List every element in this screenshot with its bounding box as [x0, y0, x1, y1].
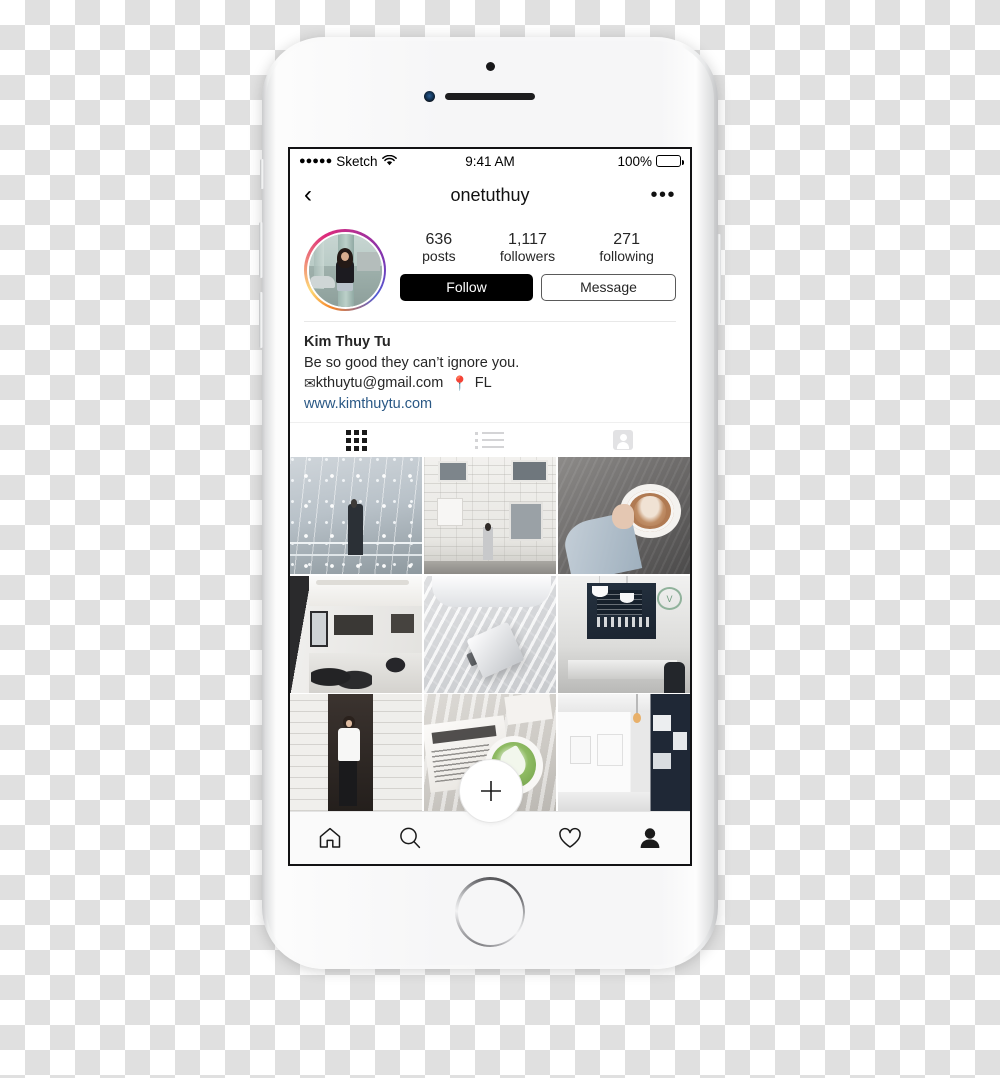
- profile-bio: Kim Thuy Tu Be so good they can’t ignore…: [290, 322, 690, 422]
- stat-followers-value: 1,117: [508, 231, 547, 248]
- grid-icon: [346, 429, 368, 451]
- avatar-story-ring[interactable]: [304, 229, 386, 311]
- stat-posts-value: 636: [425, 231, 453, 248]
- back-chevron-icon[interactable]: ‹: [304, 183, 324, 207]
- mute-switch[interactable]: [260, 159, 264, 189]
- search-icon: [400, 827, 421, 849]
- navigation-bar: ‹ onetuthuy •••: [290, 173, 690, 218]
- battery-icon: [656, 155, 684, 167]
- grid-post-2[interactable]: [423, 457, 557, 575]
- person-icon: [640, 828, 660, 848]
- tab-list[interactable]: [423, 423, 556, 457]
- grid-post-3[interactable]: [557, 457, 690, 575]
- follow-button[interactable]: Follow: [400, 273, 533, 301]
- stat-following-label: following: [599, 247, 654, 264]
- profile-action-buttons: Follow Message: [400, 273, 676, 301]
- stat-following[interactable]: 271 following: [599, 231, 653, 265]
- person-card-icon: [613, 430, 634, 451]
- nav-profile[interactable]: [610, 812, 690, 864]
- bio-contact-line: ✉ kthuytu@gmail.com 📍 FL: [304, 373, 676, 394]
- nav-activity[interactable]: [530, 812, 610, 864]
- profile-stats: 636 posts 1,117 followers 271 following: [400, 231, 676, 265]
- volume-up-button[interactable]: [259, 222, 263, 278]
- bio-email: kthuytu@gmail.com: [315, 375, 444, 392]
- heart-icon: [559, 827, 581, 848]
- carrier-label: Sketch: [336, 153, 378, 169]
- photo-grid: V: [290, 457, 690, 811]
- avatar[interactable]: [306, 231, 384, 309]
- add-post-button[interactable]: [459, 759, 523, 823]
- phone-screen: ●●●●● Sketch 9:41 AM 100% ‹ onetuthuy ••…: [288, 147, 692, 866]
- envelope-icon: ✉: [304, 374, 316, 391]
- stat-posts-label: posts: [422, 247, 456, 264]
- stat-posts[interactable]: 636 posts: [422, 231, 455, 265]
- page-title: onetuthuy: [450, 184, 530, 205]
- home-icon: [319, 827, 341, 848]
- stat-following-value: 271: [613, 231, 640, 248]
- phone-device: ●●●●● Sketch 9:41 AM 100% ‹ onetuthuy ••…: [259, 37, 721, 969]
- plus-icon: [481, 781, 501, 801]
- bio-tagline: Be so good they can’t ignore you.: [304, 354, 520, 371]
- status-bar-left: ●●●●● Sketch: [299, 154, 397, 169]
- battery-percent-label: 100%: [617, 153, 652, 169]
- nav-home[interactable]: [290, 812, 370, 864]
- tab-tagged[interactable]: [557, 423, 690, 457]
- status-bar: ●●●●● Sketch 9:41 AM 100%: [290, 149, 690, 173]
- stat-followers-label: followers: [499, 247, 556, 264]
- grid-post-6[interactable]: V: [557, 575, 690, 693]
- grid-post-4[interactable]: [290, 575, 423, 693]
- message-button[interactable]: Message: [541, 273, 676, 301]
- list-icon: [475, 431, 505, 449]
- profile-header: 636 posts 1,117 followers 271 following …: [290, 218, 690, 317]
- power-button[interactable]: [717, 234, 721, 324]
- bio-website-link[interactable]: www.kimthuytu.com: [304, 394, 676, 415]
- proximity-sensor-icon: [486, 62, 495, 71]
- profile-stats-and-actions: 636 posts 1,117 followers 271 following …: [400, 229, 676, 301]
- bio-location: FL: [474, 375, 492, 392]
- profile-tab-strip: [290, 422, 690, 457]
- bio-display-name: Kim Thuy Tu: [304, 334, 391, 350]
- nav-search[interactable]: [370, 812, 450, 864]
- front-camera-icon: [424, 91, 435, 102]
- signal-strength-icon: ●●●●●: [299, 154, 333, 167]
- tab-grid[interactable]: [290, 423, 423, 457]
- stat-followers[interactable]: 1,117 followers: [500, 231, 555, 265]
- location-pin-icon: 📍: [451, 374, 469, 391]
- wifi-icon: [381, 154, 397, 169]
- volume-down-button[interactable]: [259, 292, 263, 348]
- grid-post-1[interactable]: [290, 457, 423, 575]
- grid-post-9[interactable]: [557, 694, 690, 811]
- grid-post-5[interactable]: [423, 575, 557, 693]
- home-button[interactable]: [455, 877, 525, 947]
- status-bar-right: 100%: [617, 153, 684, 169]
- ellipsis-icon[interactable]: •••: [650, 185, 676, 205]
- grid-post-7[interactable]: [290, 694, 423, 811]
- earpiece-speaker: [445, 93, 535, 100]
